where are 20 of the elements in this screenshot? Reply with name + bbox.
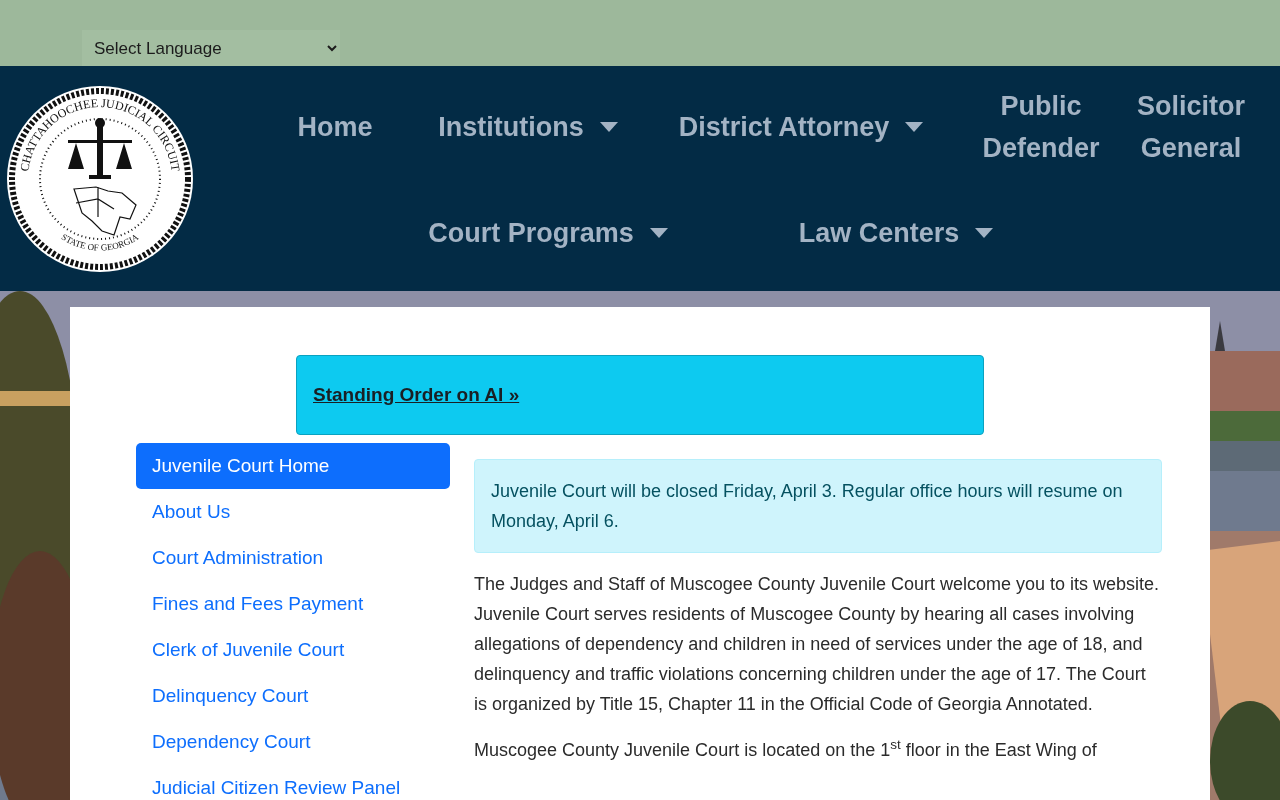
sidebar-link[interactable]: Dependency Court [136, 719, 450, 765]
nav-link[interactable]: District Attorney [678, 106, 890, 148]
standing-order-link[interactable]: Standing Order on AI » [313, 380, 520, 410]
body-paragraph: The Judges and Staff of Muscogee County Juvenile Court welcome you to its website. Juvenile Court serves residents of Muscogee County by hearing all cases involving allegations of dependency and children in need of services under the age of 18, and delinquency and traffic violations concerning children under the age of 17. The Court is organized by Title 15, Chapter 11 in the Official Code of Georgia Annotated. [474, 573, 1161, 716]
sidebar-link[interactable]: Court Administration [136, 535, 450, 581]
sidebar-link[interactable]: Delinquency Court [136, 673, 450, 719]
sidebar-link[interactable]: About Us [136, 489, 450, 535]
sidebar-link[interactable]: Fines and Fees Payment [136, 581, 450, 627]
nav-link[interactable]: Solicitor General [1126, 85, 1256, 169]
sidebar-link[interactable]: Clerk of Juvenile Court [136, 627, 450, 673]
nav-link[interactable]: Court Programs [428, 212, 634, 254]
nav-link[interactable]: Law Centers [798, 212, 960, 254]
nav-link[interactable]: Institutions [438, 106, 584, 148]
closure-notice: Juvenile Court will be closed Friday, April 3. Regular office hours will resume on Monday, April 6. [474, 459, 1162, 553]
body-paragraph: Muscogee County Juvenile Court is located on the 1$^{st}$ floor in the East Wing of [474, 736, 1098, 762]
nav-link[interactable]: Public Defender [966, 85, 1116, 169]
nav-link[interactable]: Home [297, 106, 373, 148]
sidebar-link[interactable]: Judicial Citizen Review Panel [136, 765, 450, 800]
language-select[interactable]: Select Language [82, 30, 340, 66]
sidebar-link[interactable]: Juvenile Court Home [136, 443, 450, 489]
